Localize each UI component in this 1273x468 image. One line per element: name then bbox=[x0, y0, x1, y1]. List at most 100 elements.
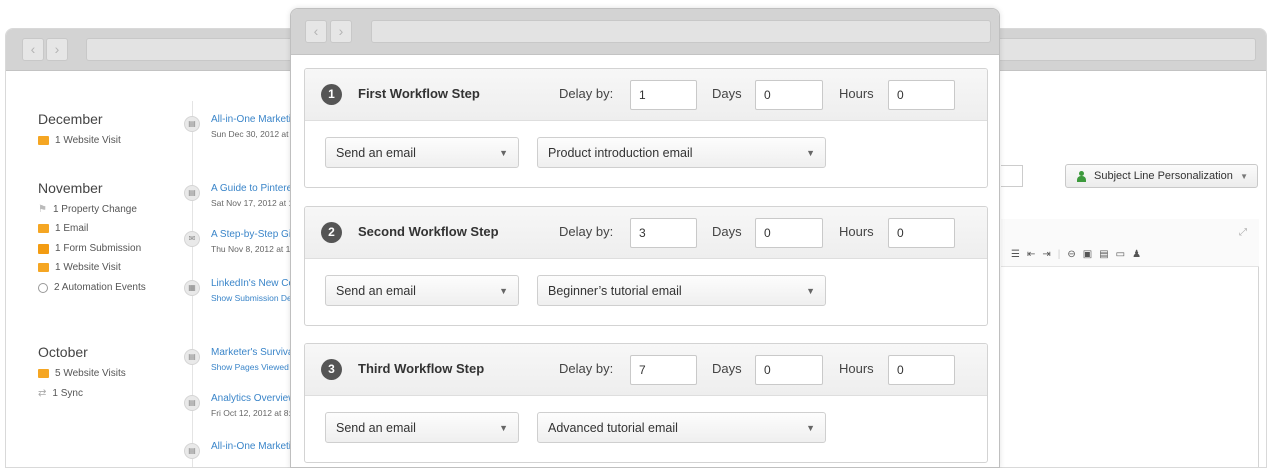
indent-icon[interactable]: ⇥ bbox=[1042, 249, 1050, 260]
email-select[interactable]: Advanced tutorial email ▼ bbox=[537, 412, 826, 443]
chevron-down-icon: ▼ bbox=[806, 148, 815, 158]
forward-nav-button[interactable]: › bbox=[46, 38, 68, 61]
timeline-item-title[interactable]: LinkedIn's New Co bbox=[211, 278, 301, 289]
chevron-left-icon: ‹ bbox=[30, 41, 36, 57]
browser-chrome: ‹ › bbox=[291, 9, 999, 55]
hours-label: Hours bbox=[839, 361, 874, 376]
hours-label: Hours bbox=[839, 224, 874, 239]
show-submission-details-link[interactable]: Show Submission Det bbox=[211, 293, 301, 303]
chevron-down-icon: ▼ bbox=[499, 148, 508, 158]
event-summary: 2 Automation Events bbox=[38, 282, 146, 293]
delay-days-input[interactable]: 7 bbox=[630, 355, 697, 385]
action-select[interactable]: Send an email ▼ bbox=[325, 412, 519, 443]
step-number-badge: 3 bbox=[321, 359, 342, 380]
forward-nav-button[interactable]: › bbox=[330, 20, 352, 43]
expand-icon[interactable]: ⤢ bbox=[1239, 227, 1247, 238]
email-select-value: Beginner’s tutorial email bbox=[548, 284, 682, 298]
email-select-value: Advanced tutorial email bbox=[548, 421, 678, 435]
delay-minutes-input[interactable]: 0 bbox=[888, 355, 955, 385]
cta-icon[interactable]: ▭ bbox=[1116, 249, 1125, 260]
event-summary: 1 Website Visit bbox=[38, 135, 121, 146]
event-summary-text: 1 Email bbox=[55, 223, 89, 234]
workflow-browser-window: ‹ › 1 First Workflow Step Delay by: 1 Da… bbox=[290, 8, 1000, 468]
email-select[interactable]: Beginner’s tutorial email ▼ bbox=[537, 275, 826, 306]
delay-minutes-input[interactable]: 0 bbox=[888, 80, 955, 110]
page-icon: ▤ bbox=[184, 395, 200, 411]
timeline-item[interactable]: All-in-One Marketi bbox=[211, 441, 301, 452]
timeline-item-title[interactable]: A Step-by-Step Gi bbox=[211, 229, 301, 240]
timeline-item-title[interactable]: Marketer's Surviva bbox=[211, 347, 301, 358]
event-summary: ⚑ 1 Property Change bbox=[38, 204, 137, 215]
action-select-value: Send an email bbox=[336, 421, 416, 435]
event-summary: 5 Website Visits bbox=[38, 368, 126, 379]
page-icon: ▤ bbox=[184, 116, 200, 132]
personalize-token-icon[interactable]: ♟ bbox=[1132, 249, 1141, 260]
editor-toolbar: ⤢ ☰ ⇤ ⇥ | ⊖ ▣ ▤ ▭ ♟ bbox=[1001, 219, 1259, 267]
workflow-step-header: 1 First Workflow Step Delay by: 1 Days 0… bbox=[305, 69, 987, 121]
chevron-down-icon: ▼ bbox=[499, 423, 508, 433]
delay-minutes-input[interactable]: 0 bbox=[888, 218, 955, 248]
email-icon: ✉ bbox=[184, 231, 200, 247]
delay-hours-input[interactable]: 0 bbox=[755, 80, 823, 110]
delay-hours-input[interactable]: 0 bbox=[755, 218, 823, 248]
subject-line-personalization-button[interactable]: Subject Line Personalization ▼ bbox=[1065, 164, 1258, 188]
list-icon[interactable]: ☰ bbox=[1011, 249, 1020, 260]
event-summary-text: 1 Property Change bbox=[52, 204, 137, 215]
automation-clock-icon bbox=[38, 282, 48, 293]
timeline-item[interactable]: A Step-by-Step Gi Thu Nov 8, 2012 at 11 bbox=[211, 229, 301, 254]
workflow-step-header: 3 Third Workflow Step Delay by: 7 Days 0… bbox=[305, 344, 987, 396]
event-summary-text: 1 Website Visit bbox=[55, 135, 121, 146]
email-select[interactable]: Product introduction email ▼ bbox=[537, 137, 826, 168]
chevron-down-icon: ▼ bbox=[1240, 171, 1248, 181]
document-icon[interactable]: ▤ bbox=[1099, 249, 1108, 260]
timeline-item-date: Fri Oct 12, 2012 at 8:0 bbox=[211, 408, 296, 418]
image-icon[interactable]: ▣ bbox=[1083, 249, 1092, 260]
delay-days-input[interactable]: 1 bbox=[630, 80, 697, 110]
action-select[interactable]: Send an email ▼ bbox=[325, 275, 519, 306]
action-select-value: Send an email bbox=[336, 146, 416, 160]
month-heading: October bbox=[38, 344, 88, 360]
delay-days-input[interactable]: 3 bbox=[630, 218, 697, 248]
timeline-item-title[interactable]: All-in-One Marketi bbox=[211, 114, 301, 125]
subject-line-input[interactable] bbox=[1001, 165, 1023, 187]
event-summary-text: 1 Sync bbox=[52, 388, 83, 399]
timeline-item[interactable]: Marketer's Surviva Show Pages Viewed - bbox=[211, 347, 301, 372]
timeline-item-date: Sun Dec 30, 2012 at 1 bbox=[211, 129, 296, 139]
email-icon bbox=[38, 224, 49, 233]
workflow-step-card: 1 First Workflow Step Delay by: 1 Days 0… bbox=[304, 68, 988, 188]
timeline-item-date: Sat Nov 17, 2012 at 1 bbox=[211, 198, 294, 208]
delay-label: Delay by: bbox=[559, 361, 614, 376]
timeline-item-title[interactable]: All-in-One Marketi bbox=[211, 441, 301, 452]
timeline-item[interactable]: LinkedIn's New Co Show Submission Det bbox=[211, 278, 301, 303]
event-summary-text: 1 Form Submission bbox=[55, 243, 142, 254]
back-nav-button[interactable]: ‹ bbox=[22, 38, 44, 61]
event-summary: 1 Form Submission bbox=[38, 243, 141, 254]
step-title: First Workflow Step bbox=[358, 86, 480, 101]
link-icon[interactable]: ⊖ bbox=[1067, 249, 1075, 260]
timeline-item[interactable]: All-in-One Marketi Sun Dec 30, 2012 at 1 bbox=[211, 114, 301, 139]
step-number-badge: 2 bbox=[321, 222, 342, 243]
step-title: Second Workflow Step bbox=[358, 224, 499, 239]
days-label: Days bbox=[712, 361, 742, 376]
delay-label: Delay by: bbox=[559, 224, 614, 239]
event-summary: 1 Website Visit bbox=[38, 262, 121, 273]
outdent-icon[interactable]: ⇤ bbox=[1027, 249, 1035, 260]
timeline-item-title[interactable]: Analytics Overview bbox=[211, 393, 301, 404]
show-pages-viewed-link[interactable]: Show Pages Viewed - bbox=[211, 362, 301, 372]
website-visit-icon bbox=[38, 263, 49, 272]
step-number-badge: 1 bbox=[321, 84, 342, 105]
event-summary-text: 5 Website Visits bbox=[55, 368, 126, 379]
timeline-item-title[interactable]: A Guide to Pintere bbox=[211, 183, 301, 194]
chevron-right-icon: › bbox=[54, 41, 60, 57]
chevron-down-icon: ▼ bbox=[806, 423, 815, 433]
action-select[interactable]: Send an email ▼ bbox=[325, 137, 519, 168]
address-bar[interactable] bbox=[371, 20, 991, 43]
toolbar-divider: | bbox=[1057, 249, 1061, 260]
timeline-item[interactable]: A Guide to Pintere Sat Nov 17, 2012 at 1 bbox=[211, 183, 301, 208]
hours-label: Hours bbox=[839, 86, 874, 101]
back-nav-button[interactable]: ‹ bbox=[305, 20, 327, 43]
person-icon bbox=[1076, 170, 1087, 182]
website-visit-icon bbox=[38, 369, 49, 378]
timeline-item[interactable]: Analytics Overview Fri Oct 12, 2012 at 8… bbox=[211, 393, 301, 418]
delay-hours-input[interactable]: 0 bbox=[755, 355, 823, 385]
